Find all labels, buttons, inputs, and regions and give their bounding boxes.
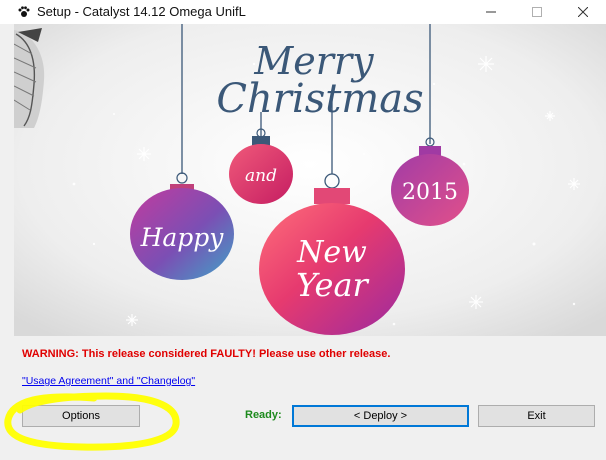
exit-button[interactable]: Exit — [478, 405, 595, 427]
window-title: Setup - Catalyst 14.12 Omega UnifL — [37, 4, 246, 19]
close-icon — [578, 7, 588, 17]
ornament-year-label: Year — [296, 266, 369, 304]
ready-label: Ready: — [245, 409, 282, 421]
ornament-2015-label: 2015 — [402, 180, 458, 205]
options-button[interactable]: Options — [22, 405, 140, 427]
maximize-button[interactable] — [514, 0, 560, 24]
close-button[interactable] — [560, 0, 606, 24]
deploy-button[interactable]: < Deploy > — [292, 405, 469, 427]
ornament-and-label: and — [245, 166, 277, 186]
ornament-new-label: New — [296, 235, 367, 270]
usage-agreement-link[interactable]: "Usage Agreement" and "Changelog" — [22, 375, 195, 387]
paw-app-icon — [18, 6, 30, 17]
minimize-button[interactable] — [468, 0, 514, 24]
title-bar: Setup - Catalyst 14.12 Omega UnifL — [0, 0, 606, 24]
setup-footer: WARNING: This release considered FAULTY!… — [0, 336, 606, 460]
maximize-icon — [532, 7, 542, 17]
christmas-text: Christmas — [216, 76, 423, 122]
setup-window: Setup - Catalyst 14.12 Omega UnifL Merry… — [0, 0, 606, 460]
christmas-banner: Merry Christmas and Happy 2015 New Year — [14, 24, 606, 336]
faulty-release-warning: WARNING: This release considered FAULTY!… — [22, 348, 391, 360]
ornament-happy-label: Happy — [140, 223, 225, 252]
minimize-icon — [486, 11, 496, 13]
